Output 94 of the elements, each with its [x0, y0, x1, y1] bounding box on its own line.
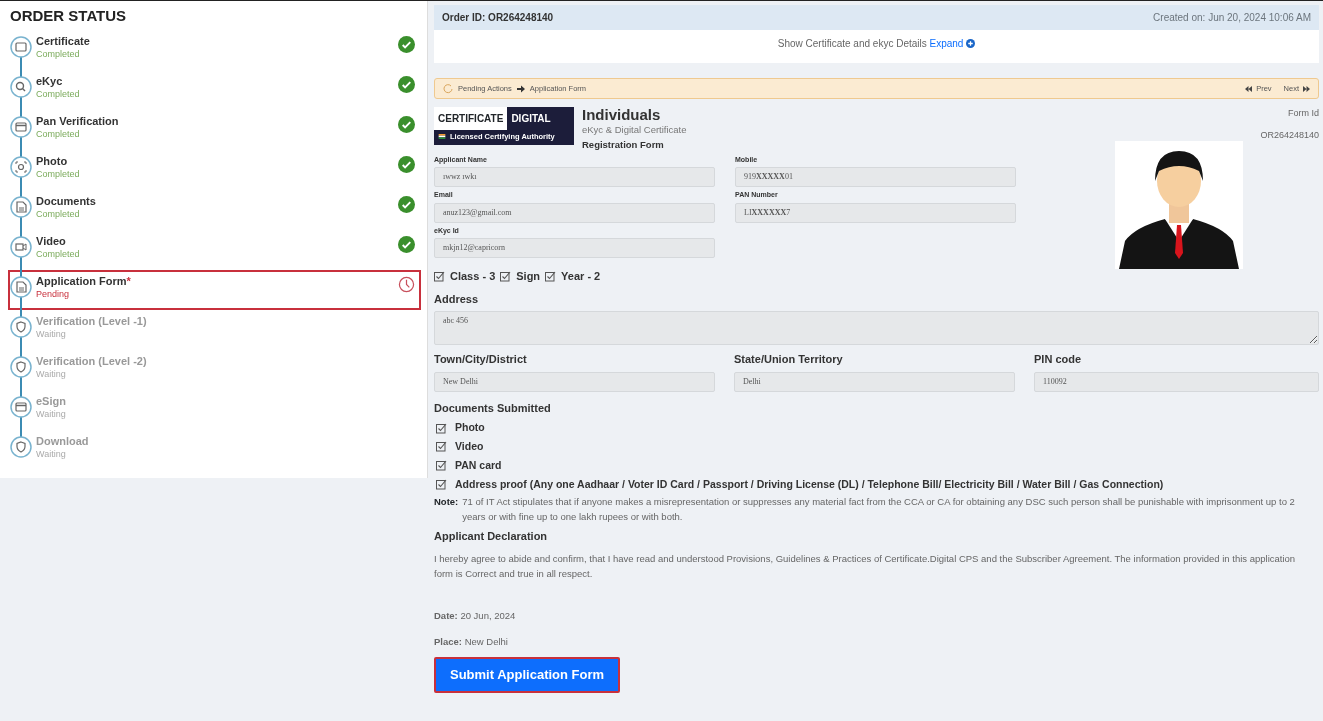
step-name: Verification (Level -1) [36, 314, 147, 327]
step-name: Download [36, 434, 89, 447]
date-text: Date: 20 Jun, 2024 [434, 608, 517, 623]
step-name: Certificate [36, 34, 90, 47]
arrow-right-icon [516, 84, 525, 93]
check-circle-icon [398, 116, 415, 134]
check-circle-icon [398, 36, 415, 54]
required-marker: * [126, 274, 131, 287]
step-icon [10, 355, 32, 378]
step-status: Waiting [36, 407, 67, 420]
form-subtitle: Registration Form [582, 137, 665, 152]
step-status: Completed [36, 87, 81, 100]
check-circle-icon [398, 156, 415, 174]
input-field[interactable]: ıwwz ıwkı [434, 167, 715, 188]
step-name: eSign [36, 394, 66, 407]
step-icon [10, 275, 32, 298]
form-id-label: Form Id [1288, 107, 1319, 121]
checkbox-icon[interactable] [436, 422, 447, 434]
form-id: OR264248140 [1260, 128, 1319, 142]
step-name: Pan Verification [36, 114, 119, 127]
check-circle-icon [398, 76, 415, 94]
input-field[interactable]: New Delhi [434, 371, 715, 392]
step-status: Waiting [36, 447, 67, 460]
sidebar-title: ORDER STATUS [10, 6, 128, 26]
step-icon [10, 195, 32, 218]
step-status: Completed [36, 167, 81, 180]
step-status: Pending [36, 287, 71, 300]
order-id: Order ID: OR264248140 [442, 11, 554, 25]
input-field[interactable]: anuz123@gmail.com [434, 202, 715, 223]
input-field[interactable]: LIXXXXXX7 [735, 202, 1016, 223]
step-icon [10, 75, 32, 98]
double-right-icon [1303, 85, 1310, 92]
step-icon [10, 155, 32, 178]
declaration-text: I hereby agree to abide and confirm, that I have read and understood Provisions, Guidelines & Practices of Certificate.Digital CPS and the Subscriber Agreement. The information provided in this application form is Correct and true in all respect. [434, 552, 1297, 581]
step-name: Verification (Level -2) [36, 354, 147, 367]
note-label: Note: [434, 495, 459, 510]
document-item: Address proof (Any one Aadhaar / Voter ID Card / Passport / Driving License (DL) / Telephone Bill/ Electricity Bill / Water Bill / Gas Connection) [455, 476, 1164, 492]
section-label: Documents Submitted [434, 400, 552, 416]
input-field[interactable]: 110092 [1034, 371, 1319, 392]
note-text: 71 of IT Act stipulates that if anyone makes a misrepresentation or suppresses any material fact from the CCA or CA for obtaining any DSC such person shall be punishable with imprisonment up to 2 years or with fine up to one lakh rupees or with both. [462, 495, 1296, 524]
form-subtitle: eKyc & Digital Certificate [582, 123, 687, 138]
step-name: Documents [36, 194, 96, 207]
checkbox-icon[interactable] [545, 271, 557, 282]
submit-button[interactable]: Submit Application Form [434, 657, 621, 693]
step-status: Completed [36, 207, 81, 220]
step-name: Application Form [36, 274, 127, 287]
step-status: Waiting [36, 367, 67, 380]
checkbox-icon[interactable] [436, 441, 447, 453]
field-label: State/Union Territory [734, 352, 844, 368]
step-name: eKyc [36, 74, 63, 87]
spinner-icon [443, 83, 453, 94]
step-icon [10, 395, 32, 418]
expand-link[interactable]: Expand [929, 38, 964, 49]
checkbox-icon[interactable] [436, 460, 447, 472]
step-icon [10, 115, 32, 138]
input-field[interactable]: Delhi [734, 371, 1015, 392]
step-name: Photo [36, 154, 68, 167]
form-title: Individuals [582, 107, 662, 124]
double-left-icon [1245, 85, 1253, 92]
field-label: PIN code [1034, 352, 1083, 368]
document-item: PAN card [455, 457, 502, 473]
check-circle-icon [398, 196, 415, 214]
address-field[interactable]: abc 456 [434, 311, 1319, 346]
option-label: Sign [516, 269, 541, 285]
step-status: Completed [36, 127, 81, 140]
created-date: Created on: Jun 20, 2024 10:06 AM [1153, 11, 1311, 25]
section-label: Applicant Declaration [434, 528, 549, 544]
field-label: Town/City/District [434, 352, 528, 368]
step-icon [10, 35, 32, 58]
step-status: Waiting [36, 327, 67, 340]
clock-icon [398, 276, 415, 294]
section-label: Address [434, 291, 480, 307]
plus-circle-icon [966, 39, 976, 48]
document-item: Video [455, 439, 484, 454]
checkbox-icon[interactable] [434, 271, 445, 282]
logo-word: DIGITAL [510, 112, 552, 127]
step-icon [10, 315, 32, 338]
check-circle-icon [398, 236, 415, 254]
step-status: Completed [36, 247, 81, 260]
step-icon [10, 235, 32, 258]
step-name: Video [36, 234, 66, 247]
checkbox-icon[interactable] [436, 478, 447, 490]
input-field[interactable]: mkjn12@capricorn [434, 238, 715, 259]
place-text: Place: New Delhi [434, 635, 509, 649]
option-label: Class - 3 [450, 269, 496, 285]
document-item: Photo [455, 420, 485, 436]
step-status: Completed [36, 47, 81, 60]
checkbox-icon[interactable] [500, 271, 512, 282]
details-text: Show Certificate and ekyc Details [777, 38, 927, 49]
input-field[interactable]: 919XXXXX01 [735, 167, 1016, 188]
logo-word: CERTIFICATE [434, 107, 508, 131]
step-icon [10, 435, 32, 458]
flag-icon [438, 134, 446, 140]
option-label: Year - 2 [561, 269, 601, 285]
